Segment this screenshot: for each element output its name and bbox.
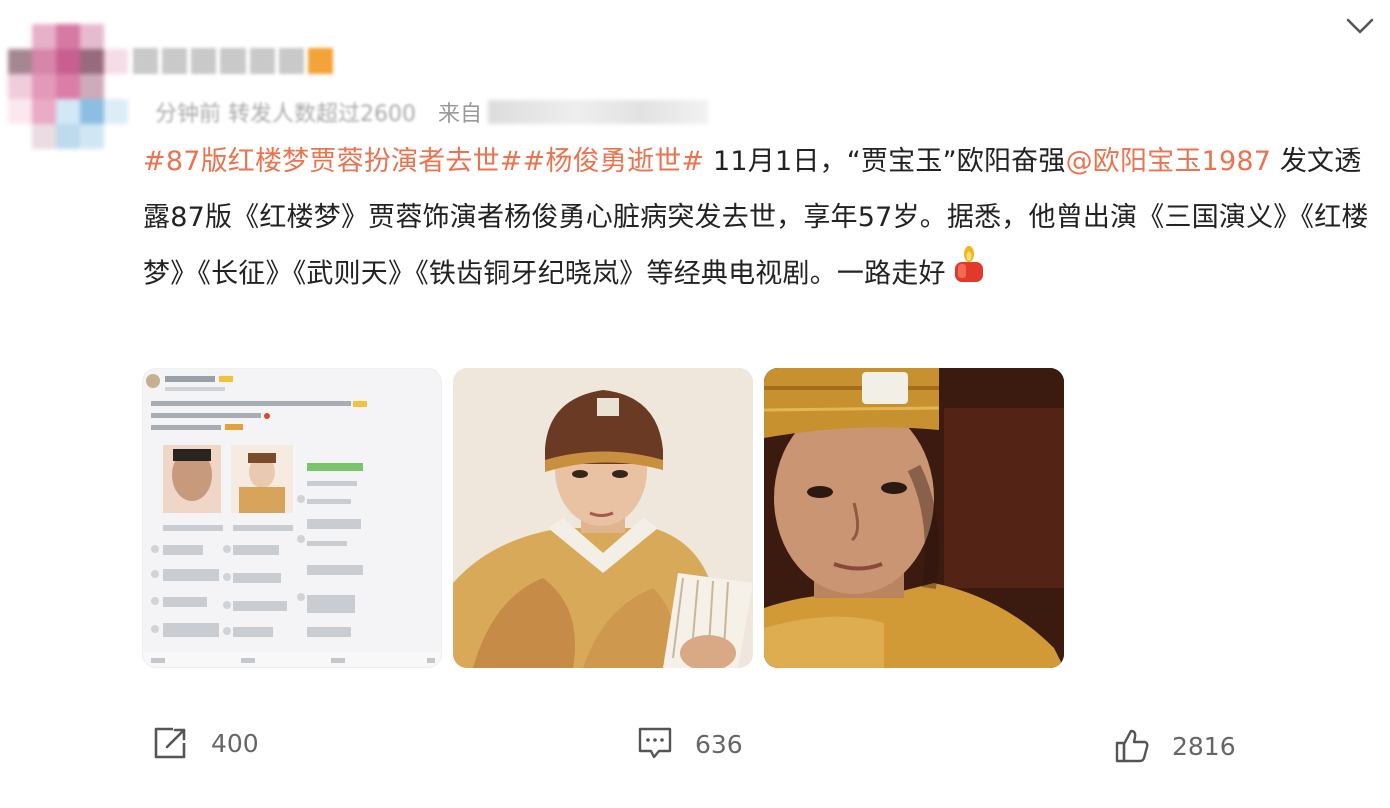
hashtag-link[interactable]: #87版红楼梦贾蓉扮演者去世# (143, 146, 523, 177)
repost-button[interactable]: 400 (153, 726, 259, 760)
source-blurred[interactable] (488, 100, 708, 124)
source-label: 来自 (437, 102, 482, 127)
like-count: 2816 (1172, 731, 1236, 761)
comment-count: 636 (695, 729, 743, 759)
post-image-actor-closeup[interactable] (764, 368, 1064, 668)
thumbs-up-icon (1114, 728, 1150, 764)
like-button[interactable]: 2816 (1114, 728, 1236, 764)
post-text: #87版红楼梦贾蓉扮演者去世##杨俊勇逝世# 11月1日，“贾宝玉”欧阳奋强@欧… (143, 134, 1373, 304)
weibo-post-card: 分钟前 转发人数超过2600 来自 #87版红楼梦贾蓉扮演者去世##杨俊勇逝世#… (0, 0, 1390, 808)
post-time-blurred: 分钟前 转发人数超过2600 (155, 102, 416, 127)
post-meta: 分钟前 转发人数超过2600 来自 (155, 96, 708, 128)
chevron-down-icon[interactable] (1342, 10, 1378, 42)
hashtag-link[interactable]: #杨俊勇逝世# (523, 146, 705, 177)
repost-count: 400 (211, 728, 259, 758)
avatar[interactable] (8, 24, 128, 149)
comment-icon (637, 726, 673, 762)
share-icon (153, 726, 189, 760)
username-blurred[interactable] (133, 48, 333, 74)
post-image-actor[interactable] (453, 368, 753, 668)
post-image-screenshot[interactable] (142, 368, 442, 668)
candle-icon (952, 246, 986, 304)
post-text-part: 11月1日，“贾宝玉”欧阳奋强 (704, 146, 1066, 177)
comment-button[interactable]: 636 (637, 726, 743, 762)
mention-link[interactable]: @欧阳宝玉1987 (1066, 146, 1272, 177)
